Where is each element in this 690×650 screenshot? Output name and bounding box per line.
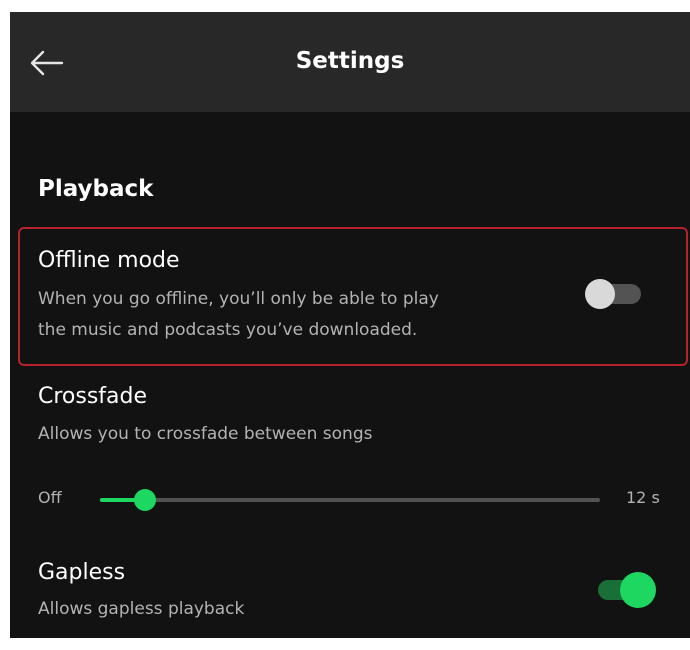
offline-mode-desc-line1: When you go offline, you’ll only be able… (38, 289, 439, 309)
crossfade-title: Crossfade (38, 384, 148, 409)
offline-mode-toggle[interactable] (583, 278, 645, 310)
toggle-thumb (585, 279, 615, 309)
crossfade-desc: Allows you to crossfade between songs (38, 424, 373, 444)
app-header: Settings (10, 12, 690, 112)
slider-knob[interactable] (134, 489, 156, 511)
toggle-thumb (620, 572, 656, 608)
slider-rail (100, 498, 600, 502)
crossfade-max-label: 12 s (626, 488, 660, 507)
crossfade-min-label: Off (38, 488, 62, 507)
offline-mode-desc-line2: the music and podcasts you’ve downloaded… (38, 320, 418, 340)
gapless-toggle[interactable] (596, 572, 660, 608)
offline-mode-title: Offline mode (38, 248, 180, 273)
settings-screen: Settings Playback Offline mode When you … (10, 12, 690, 638)
page-title: Settings (295, 48, 405, 74)
gapless-title: Gapless (38, 560, 126, 585)
crossfade-slider[interactable] (100, 488, 600, 512)
section-title-playback: Playback (38, 176, 154, 202)
gapless-desc: Allows gapless playback (38, 599, 245, 619)
